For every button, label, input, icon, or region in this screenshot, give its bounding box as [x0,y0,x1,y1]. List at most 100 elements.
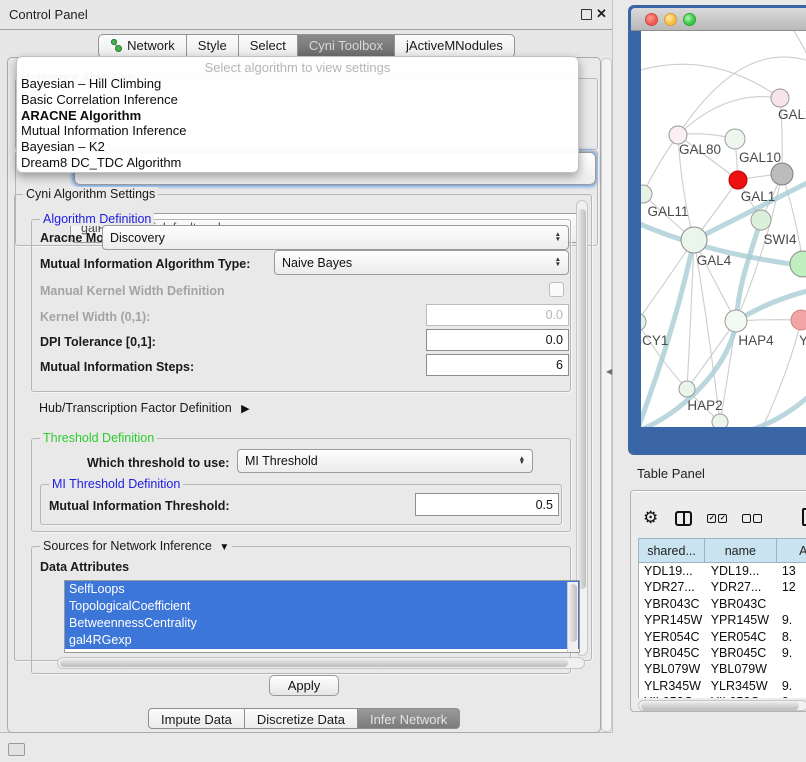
dpi-tolerance-field[interactable]: 0.0 [426,329,569,351]
deselect-all-columns-icon[interactable] [742,514,762,523]
algorithm-option[interactable]: Bayesian – Hill Climbing [17,76,578,92]
column-header-2[interactable]: name [705,538,777,563]
algorithm-dropdown-popup: Select algorithm to view settings Bayesi… [16,56,579,173]
network-node[interactable] [641,313,646,331]
network-edge[interactable] [791,31,806,59]
table-panel: ⚙ ✓✓ shared...nameA YDL19...YDL19...13YD… [630,490,806,712]
network-edge[interactable] [678,97,780,135]
list-scrollbar-thumb[interactable] [569,584,577,642]
column-header-1[interactable]: shared... [638,538,705,563]
mi-algorithm-type-value: Naive Bayes [282,256,352,270]
table-body: YDL19...YDL19...13YDR27...YDR27...12YBR0… [638,563,806,698]
tab-style[interactable]: Style [187,34,239,58]
data-attribute-item[interactable]: TopologicalCoefficient [65,598,579,615]
sources-group-title[interactable]: Sources for Network Inference ▼ [40,539,232,553]
table-row[interactable]: YER054CYER054C8. [639,629,806,645]
zoom-traffic-light-icon[interactable] [683,13,696,26]
network-node[interactable] [725,310,747,332]
mi-threshold-definition-group: MI Threshold Definition Mutual Informati… [40,484,562,525]
algorithm-option[interactable]: Bayesian – K2 [17,139,578,155]
cyni-toolbox-panel: Inference Algorithm galFiltered.sif defa… [7,57,601,733]
table-cell: YBR045C [639,645,706,661]
manual-kernel-width-checkbox[interactable] [549,282,564,297]
network-canvas[interactable]: GAL2GAL80GAL10GAL1GAL11SWI4GAL4GCY1HAP4Y… [641,31,806,427]
table-cell: 9. [777,612,806,628]
network-node-label: Y [799,333,806,348]
sources-hscrollbar[interactable] [57,657,585,669]
gear-icon[interactable]: ⚙ [643,508,658,528]
export-table-icon[interactable] [802,508,806,526]
column-header-3[interactable]: A [777,538,806,563]
table-row[interactable]: YPR145WYPR145W9. [639,612,806,628]
tab-select[interactable]: Select [239,34,298,58]
table-row[interactable]: YDL19...YDL19...13 [639,563,806,579]
network-node[interactable] [712,414,728,427]
close-icon[interactable]: ✕ [596,6,607,22]
table-cell: YBL079W [639,661,706,677]
collapsed-panel-icon[interactable] [8,743,25,756]
network-node[interactable] [771,89,789,107]
minimize-traffic-light-icon[interactable] [664,13,677,26]
table-cell: YDR27... [639,579,706,595]
settings-scrollbar-thumb[interactable] [578,209,586,589]
mi-steps-field[interactable]: 6 [426,354,569,376]
mi-threshold-field[interactable]: 0.5 [415,493,559,516]
algorithm-option[interactable]: Basic Correlation Inference [17,92,578,108]
network-node-label: HAP4 [738,333,774,348]
network-node[interactable] [751,210,771,230]
network-node[interactable] [729,171,747,189]
network-node[interactable] [725,129,745,149]
table-row[interactable]: YDR27...YDR27...12 [639,579,806,595]
apply-button[interactable]: Apply [269,675,339,696]
mode-tab-infer-network[interactable]: Infer Network [358,708,460,729]
table-row[interactable]: YLR345WYLR345W9. [639,678,806,694]
close-traffic-light-icon[interactable] [645,13,658,26]
table-hscrollbar-thumb[interactable] [641,702,799,710]
which-threshold-combo[interactable]: MI Threshold ▲▼ [237,449,533,473]
network-node[interactable] [771,163,793,185]
select-all-columns-icon[interactable]: ✓✓ [707,514,727,523]
columns-icon[interactable] [675,511,692,526]
float-window-icon[interactable] [581,9,592,20]
network-node[interactable] [679,381,695,397]
sources-hscrollbar-thumb[interactable] [60,659,568,667]
mode-tab-impute-data[interactable]: Impute Data [148,708,245,729]
splitter-collapse-icon[interactable]: ◀ [606,367,612,376]
table-cell: 9. [777,678,806,694]
table-header-row: shared...nameA [638,538,806,563]
algorithm-option[interactable]: Mutual Information Inference [17,123,578,139]
algorithm-option[interactable]: Dream8 DC_TDC Algorithm [17,155,578,171]
network-view-window[interactable]: GAL2GAL80GAL10GAL1GAL11SWI4GAL4GCY1HAP4Y… [628,5,806,455]
tab-cyni-toolbox[interactable]: Cyni Toolbox [298,34,395,58]
tab-network[interactable]: Network [98,34,187,58]
data-attributes-list[interactable]: SelfLoopsTopologicalCoefficientBetweenne… [64,580,580,653]
list-scrollbar[interactable] [567,582,578,652]
table-row[interactable]: YIL052CYIL052C9 [639,694,806,698]
network-node[interactable] [791,310,806,330]
control-panel-scrollbar[interactable] [601,58,612,732]
network-edge-thick[interactable] [741,391,806,427]
network-node[interactable] [681,227,707,253]
table-cell: YBR043C [639,596,706,612]
table-row[interactable]: YBR043CYBR043C [639,596,806,612]
mode-tab-discretize-data[interactable]: Discretize Data [245,708,358,729]
network-edge[interactable] [643,135,678,194]
stepper-arrows-icon: ▲▼ [549,233,561,242]
table-cell: YBR045C [706,645,777,661]
data-attribute-item[interactable]: gal4RGexp [65,632,579,649]
algorithm-dropdown-placeholder: Select algorithm to view settings [17,57,578,76]
table-hscrollbar[interactable] [638,700,806,711]
network-node[interactable] [790,251,806,277]
table-row[interactable]: YBR045CYBR045C9. [639,645,806,661]
network-window-titlebar[interactable] [631,8,806,31]
data-attribute-item[interactable]: SelfLoops [65,581,579,598]
kernel-width-field[interactable]: 0.0 [426,304,569,326]
aracne-mode-combo[interactable]: Discovery ▲▼ [102,225,569,250]
tab-jactivemnodules[interactable]: jActiveMNodules [395,34,515,58]
table-row[interactable]: YBL079WYBL079W [639,661,806,677]
data-attribute-item[interactable]: BetweennessCentrality [65,615,579,632]
hub-definition-toggle[interactable]: Hub/Transcription Factor Definition ▶ [39,401,250,415]
threshold-definition-group: Threshold Definition Which threshold to … [31,438,571,532]
algorithm-option[interactable]: ARACNE Algorithm [17,108,578,124]
mi-algorithm-type-combo[interactable]: Naive Bayes ▲▼ [274,250,569,275]
